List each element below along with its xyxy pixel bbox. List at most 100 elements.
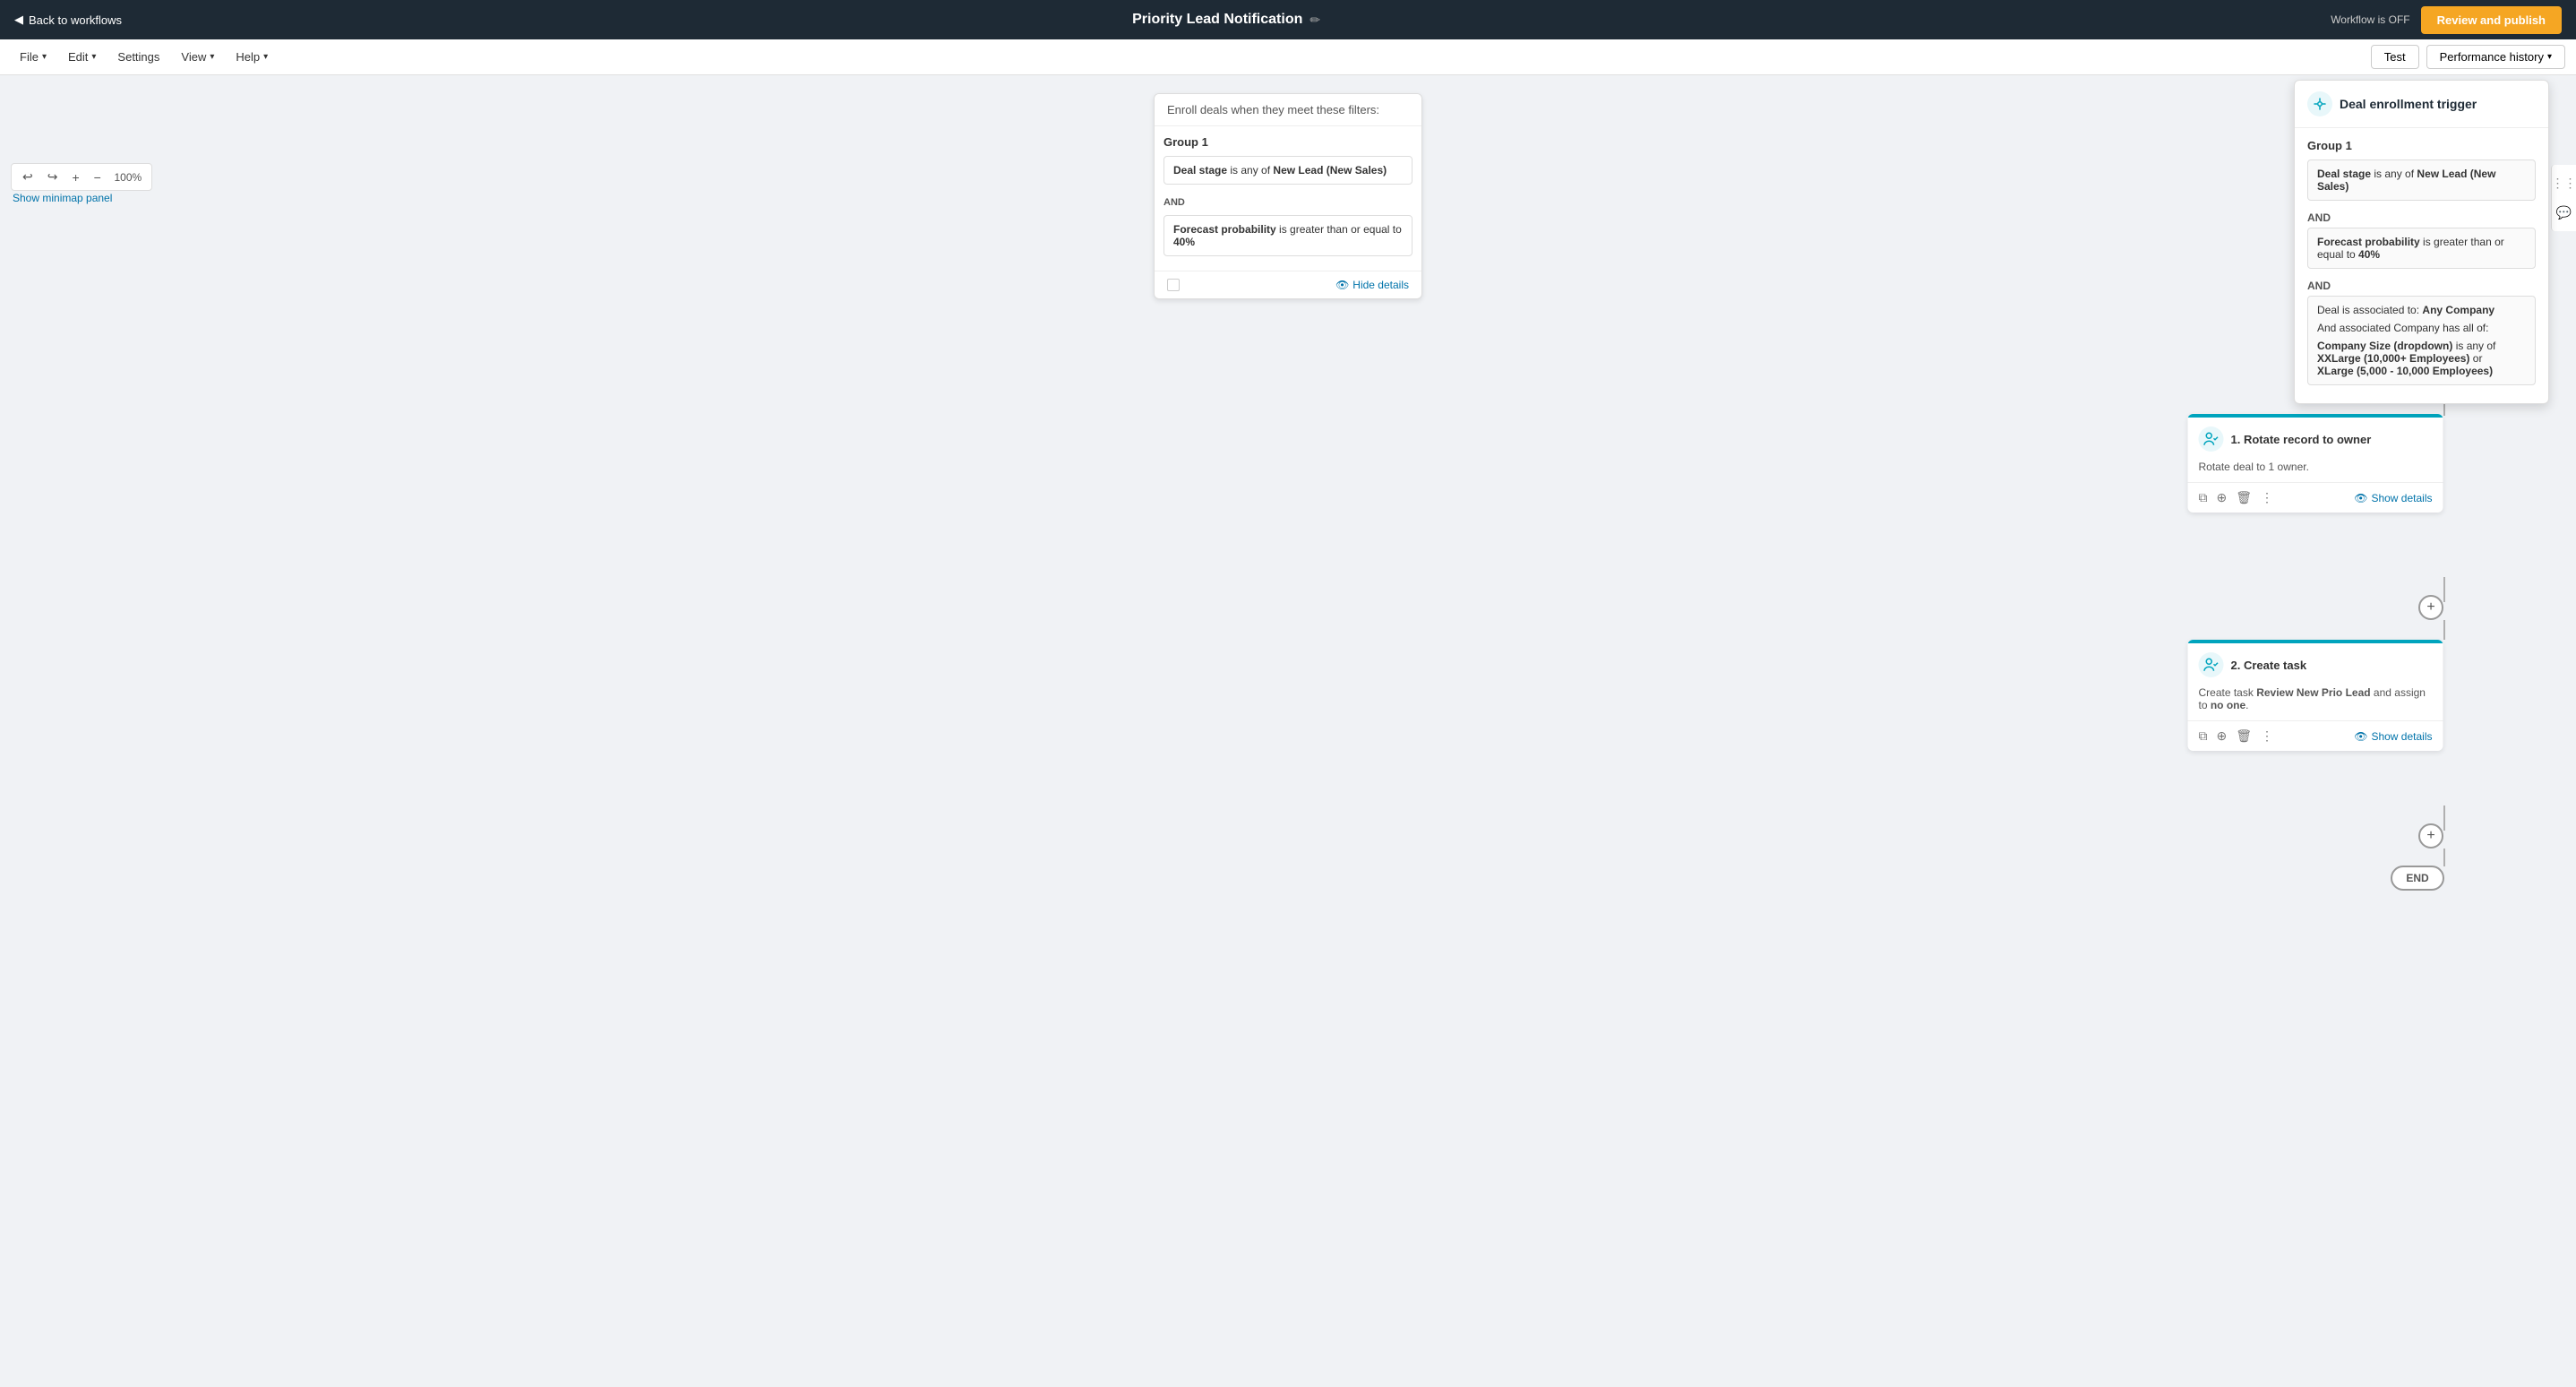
filter1-condition: is any of: [1230, 164, 1273, 177]
detail-filter-1: Deal stage is any of New Lead (New Sales…: [2307, 159, 2536, 201]
workflow-area: Enroll deals when they meet these filter…: [0, 75, 2576, 1387]
action-2-tools: ⧉ ⊕ 🗑 ⋮: [2199, 728, 2274, 744]
detail-filter3-cond: is any of: [2456, 340, 2496, 352]
detail-filter3-val1: XXLarge (10,000+ Employees): [2317, 352, 2469, 365]
detail-and-2: AND: [2307, 276, 2536, 296]
trigger-filter-2: Forecast probability is greater than or …: [1163, 215, 1413, 256]
action-card-1-header: 1. Rotate record to owner: [2188, 418, 2443, 457]
eye-icon-2: 👁: [2354, 730, 2367, 743]
action-2-desc: Create task Review New Prio Lead and ass…: [2188, 683, 2443, 720]
copy-icon-2[interactable]: ⧉: [2199, 728, 2208, 744]
show-details-1-link[interactable]: 👁 Show details: [2354, 492, 2432, 504]
action-2-title: 2. Create task: [2231, 659, 2307, 672]
filter2-field: Forecast probability: [1173, 223, 1276, 236]
help-menu-label: Help: [236, 50, 260, 64]
trigger-filter-1: Deal stage is any of New Lead (New Sales…: [1163, 156, 1413, 185]
move-icon-2[interactable]: ⊕: [2217, 728, 2228, 744]
trigger-header: Enroll deals when they meet these filter…: [1155, 94, 1421, 126]
zoom-out-button[interactable]: −: [90, 168, 105, 186]
detail-filter3-detail: Company Size (dropdown) is any of XXLarg…: [2317, 340, 2526, 377]
add-button-2[interactable]: +: [2418, 595, 2443, 620]
help-menu[interactable]: Help ▾: [227, 45, 277, 69]
detail-filter-2: Forecast probability is greater than or …: [2307, 228, 2536, 269]
view-menu[interactable]: View ▾: [172, 45, 223, 69]
redo-button[interactable]: ↪: [44, 168, 62, 186]
settings-menu-label: Settings: [117, 50, 159, 64]
hide-details-label: Hide details: [1352, 279, 1409, 291]
show-details-2-link[interactable]: 👁 Show details: [2354, 730, 2432, 743]
hide-details-link[interactable]: 👁 Hide details: [1335, 279, 1409, 291]
trigger-header-text: Enroll deals when they meet these filter…: [1167, 103, 1379, 116]
action-card-2: 2. Create task Create task Review New Pr…: [2188, 640, 2443, 751]
view-menu-label: View: [181, 50, 206, 64]
show-details-2-label: Show details: [2371, 730, 2432, 743]
action-1-desc-text: Rotate deal to 1 owner.: [2199, 461, 2309, 473]
trigger-body: Group 1 Deal stage is any of New Lead (N…: [1155, 126, 1421, 271]
detail-filter3-sub: And associated Company has all of:: [2317, 322, 2526, 334]
detail-filter2-field: Forecast probability: [2317, 236, 2420, 248]
detail-group-label: Group 1: [2307, 139, 2536, 152]
file-menu[interactable]: File ▾: [11, 45, 56, 69]
end-node: END: [2391, 866, 2444, 891]
view-chevron-icon: ▾: [210, 52, 214, 62]
connector-6: [2443, 849, 2445, 866]
workflow-status-label: Workflow is OFF: [2331, 13, 2409, 26]
zoom-in-button[interactable]: +: [68, 168, 82, 186]
workflow-canvas: ↩ ↪ + − 100% Show minimap panel Enroll d…: [0, 75, 2576, 1387]
edit-menu[interactable]: Edit ▾: [59, 45, 105, 69]
filter1-value: New Lead (New Sales): [1273, 164, 1387, 177]
show-minimap-link[interactable]: Show minimap panel: [13, 192, 112, 204]
menu-right: Test Performance history ▾: [2371, 45, 2565, 69]
delete-icon-2[interactable]: 🗑: [2236, 728, 2252, 744]
file-menu-label: File: [20, 50, 39, 64]
detail-filter3-val2: XLarge (5,000 - 10,000 Employees): [2317, 365, 2493, 377]
detail-filter3-assoc: Any Company: [2422, 304, 2494, 316]
connector-3: [2443, 577, 2445, 602]
action-2-icon: [2199, 652, 2224, 677]
connector-4: [2443, 620, 2445, 640]
test-button[interactable]: Test: [2371, 45, 2419, 69]
action-1-tools: ⧉ ⊕ 🗑 ⋮: [2199, 490, 2274, 505]
add-button-3[interactable]: +: [2418, 823, 2443, 849]
undo-button[interactable]: ↩: [19, 168, 37, 186]
review-publish-button[interactable]: Review and publish: [2421, 6, 2562, 34]
performance-history-button[interactable]: Performance history ▾: [2426, 45, 2565, 69]
edit-chevron-icon: ▾: [91, 52, 96, 62]
back-to-workflows-link[interactable]: ◀ Back to workflows: [14, 13, 122, 27]
action-2-assignee: no one: [2211, 699, 2245, 711]
edit-title-icon[interactable]: ✏: [1309, 13, 1320, 28]
detail-filter2-value: 40%: [2358, 248, 2380, 261]
nav-title-area: Priority Lead Notification ✏: [122, 12, 2331, 28]
delete-icon[interactable]: 🗑: [2236, 490, 2252, 505]
action-1-footer: ⧉ ⊕ 🗑 ⋮ 👁 Show details: [2188, 482, 2443, 513]
trigger-group-label: Group 1: [1163, 135, 1413, 149]
trigger-footer: 👁 Hide details: [1155, 271, 1421, 298]
action-2-task-name: Review New Prio Lead: [2256, 686, 2370, 699]
detail-panel-icon: [2307, 91, 2332, 116]
detail-and-1: AND: [2307, 208, 2536, 228]
end-node-label: END: [2406, 872, 2428, 884]
detail-filter3-field: Company Size (dropdown): [2317, 340, 2452, 352]
settings-menu[interactable]: Settings: [108, 45, 168, 69]
move-icon[interactable]: ⊕: [2217, 490, 2228, 505]
grid-icon[interactable]: ⋮⋮: [2552, 176, 2576, 191]
detail-panel-body: Group 1 Deal stage is any of New Lead (N…: [2295, 128, 2548, 403]
trigger-panel: Enroll deals when they meet these filter…: [1154, 93, 1422, 299]
detail-panel: Deal enrollment trigger Group 1 Deal sta…: [2294, 80, 2549, 404]
nav-right-area: Workflow is OFF Review and publish: [2331, 6, 2562, 34]
workflow-title: Priority Lead Notification: [1132, 12, 1302, 28]
top-navigation: ◀ Back to workflows Priority Lead Notifi…: [0, 0, 2576, 39]
eye-icon-1: 👁: [2354, 492, 2367, 504]
chat-icon[interactable]: 💬: [2556, 205, 2572, 220]
performance-chevron-icon: ▾: [2547, 52, 2552, 62]
copy-icon[interactable]: ⧉: [2199, 490, 2208, 505]
more-icon-2[interactable]: ⋮: [2261, 728, 2273, 744]
action-1-desc: Rotate deal to 1 owner.: [2188, 457, 2443, 482]
action-1-icon: [2199, 426, 2224, 452]
menu-bar: File ▾ Edit ▾ Settings View ▾ Help ▾ Tes…: [0, 39, 2576, 75]
trigger-checkbox[interactable]: [1167, 279, 1180, 291]
show-details-1-label: Show details: [2371, 492, 2432, 504]
detail-panel-header: Deal enrollment trigger: [2295, 81, 2548, 128]
more-icon[interactable]: ⋮: [2261, 490, 2273, 505]
back-link-label: Back to workflows: [29, 13, 122, 27]
